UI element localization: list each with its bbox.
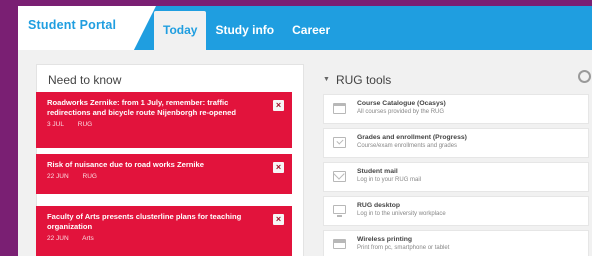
news-item[interactable]: Roadworks Zernike: from 1 July, remember… <box>36 92 292 148</box>
rug-tools-panel: ▼ RUG tools Course Catalogue (Ocasys) Al… <box>321 64 591 256</box>
news-item-source: RUG <box>82 173 97 180</box>
dismiss-icon[interactable]: × <box>273 214 284 225</box>
tool-description: Log in to the university workplace <box>357 211 446 217</box>
printer-icon <box>333 239 346 249</box>
portal-window: Student Portal Today Study info Career N… <box>18 6 592 256</box>
news-item-title[interactable]: Roadworks Zernike: from 1 July, remember… <box>47 98 262 118</box>
news-item-meta: 3 JUL RUG <box>47 121 262 128</box>
tool-name: Grades and enrollment (Progress) <box>357 134 467 141</box>
tool-course-catalogue[interactable]: Course Catalogue (Ocasys) All courses pr… <box>323 94 589 124</box>
tab-study-info[interactable]: Study info <box>206 6 283 50</box>
news-item-meta: 22 JUN Arts <box>47 235 262 242</box>
news-item-title[interactable]: Risk of nuisance due to road works Zerni… <box>47 160 262 170</box>
mail-icon <box>333 171 346 182</box>
dismiss-icon[interactable]: × <box>273 100 284 111</box>
news-item-date: 22 JUN <box>47 235 69 242</box>
tool-name: Wireless printing <box>357 236 413 243</box>
news-item-source: Arts <box>82 235 94 242</box>
news-item-date: 22 JUN <box>47 173 69 180</box>
settings-gear-icon[interactable] <box>578 70 591 83</box>
news-item[interactable]: Risk of nuisance due to road works Zerni… <box>36 154 292 194</box>
monitor-icon <box>333 205 346 217</box>
need-to-know-title: Need to know <box>48 73 122 87</box>
main-nav: Today Study info Career <box>154 6 339 50</box>
checklist-icon <box>333 137 346 148</box>
news-item-meta: 22 JUN RUG <box>47 173 262 180</box>
tool-description: All courses provided by the RUG <box>357 109 445 115</box>
news-item[interactable]: Faculty of Arts presents clusterline pla… <box>36 206 292 256</box>
tool-description: Course/exam enrollments and grades <box>357 143 458 149</box>
tool-rug-desktop[interactable]: RUG desktop Log in to the university wor… <box>323 196 589 226</box>
news-item-date: 3 JUL <box>47 121 64 128</box>
document-icon <box>333 103 346 114</box>
top-navigation-bar: Student Portal Today Study info Career <box>18 6 592 50</box>
tool-name: RUG desktop <box>357 202 401 209</box>
portal-brand[interactable]: Student Portal <box>28 18 156 32</box>
collapse-caret-icon[interactable]: ▼ <box>323 76 330 83</box>
dismiss-icon[interactable]: × <box>273 162 284 173</box>
news-item-source: RUG <box>77 121 93 128</box>
tool-student-mail[interactable]: Student mail Log in to your RUG mail <box>323 162 589 192</box>
tool-description: Log in to your RUG mail <box>357 177 422 183</box>
tool-name: Course Catalogue (Ocasys) <box>357 100 446 107</box>
brand-tab[interactable]: Student Portal <box>18 6 156 50</box>
rug-tools-title: RUG tools <box>335 73 392 87</box>
rug-tools-header: ▼ RUG tools <box>321 64 591 88</box>
tool-grades-enrollment[interactable]: Grades and enrollment (Progress) Course/… <box>323 128 589 158</box>
tab-today[interactable]: Today <box>154 11 207 50</box>
tool-description: Print from pc, smartphone or tablet <box>357 245 450 251</box>
news-item-title[interactable]: Faculty of Arts presents clusterline pla… <box>47 212 262 232</box>
tool-wireless-printing[interactable]: Wireless printing Print from pc, smartph… <box>323 230 589 256</box>
tab-career[interactable]: Career <box>283 6 339 50</box>
tool-name: Student mail <box>357 168 398 175</box>
